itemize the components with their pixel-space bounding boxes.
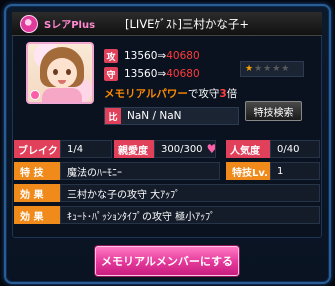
card-header: SレアPlus [LIVEｹﾞｽﾄ]三村かな子+ — [12, 12, 322, 36]
skill-level-row: 特技Lv. 1 — [226, 162, 320, 180]
defense-max: 40680 — [166, 68, 200, 80]
effect-label-2: 効 果 — [14, 206, 60, 224]
affection-label: 親愛度 — [114, 140, 154, 158]
skill-level-value: 1 — [270, 162, 320, 180]
skill-value: 魔法のﾊｰﾓﾆｰ — [60, 162, 220, 180]
affection-value-cell: 300/300 ♥ — [154, 140, 216, 158]
defense-badge: 守 — [104, 67, 118, 81]
affection-row: 親愛度 300/300 ♥ — [114, 140, 216, 158]
attack-arrow-icon: ⇒ — [157, 50, 167, 62]
effect-row-1: 効 果 三村かな子の攻守 大ｱｯﾌﾟ — [14, 184, 320, 202]
break-row: ブレイク 1/4 — [14, 140, 112, 158]
memorial-multiplier: 3 — [219, 88, 227, 100]
defense-current: 13560 — [124, 68, 158, 80]
skill-row: 特 技 魔法のﾊｰﾓﾆｰ — [14, 162, 220, 180]
skill-label: 特 技 — [14, 162, 60, 180]
skill-level-label: 特技Lv. — [226, 162, 270, 180]
effect-value-2: ｷｭｰﾄ･ﾊﾟｯｼｮﾝﾀｲﾌﾟの攻守 極小ｱｯﾌﾟ — [60, 206, 320, 224]
card-name: [LIVEｹﾞｽﾄ]三村かな子+ — [125, 16, 250, 31]
set-memorial-member-button[interactable]: メモリアルメンバーにする — [95, 246, 239, 276]
affection-value: 300/300 — [161, 143, 203, 155]
attack-max: 40680 — [166, 50, 200, 62]
memorial-middle: で攻守 — [187, 88, 220, 100]
stars-empty: ★★★★ — [254, 64, 291, 74]
rarity-icon — [20, 14, 38, 33]
stars-filled: ★ — [245, 64, 255, 74]
ratio-badge: 比 — [105, 108, 121, 124]
break-label: ブレイク — [14, 140, 60, 158]
break-value: 1/4 — [60, 140, 112, 158]
defense-stat-row: 守 13560 ⇒ 40680 — [104, 66, 200, 82]
popularity-row: 人気度 0/40 — [226, 140, 320, 158]
portrait-eye — [53, 69, 58, 75]
pink-dot-icon — [30, 90, 40, 100]
attack-current: 13560 — [124, 50, 158, 62]
effect-row-2: 効 果 ｷｭｰﾄ･ﾊﾟｯｼｮﾝﾀｲﾌﾟの攻守 極小ｱｯﾌﾟ — [14, 206, 320, 224]
memorial-prefix: メモリアルパワー — [104, 88, 188, 100]
memorial-power-text: メモリアルパワーで攻守3倍 — [104, 86, 237, 101]
attack-badge: 攻 — [104, 49, 118, 63]
popularity-label: 人気度 — [226, 140, 270, 158]
star-icon: ★★★★★ — [245, 64, 290, 74]
memorial-suffix: 倍 — [226, 88, 238, 100]
attack-stat-row: 攻 13560 ⇒ 40680 — [104, 48, 200, 64]
rarity-label: SレアPlus — [44, 20, 96, 31]
rank-stars: ★★★★★ — [240, 61, 304, 77]
ratio-row: 比 NaN / NaN — [104, 107, 239, 125]
popularity-value: 0/40 — [270, 140, 320, 158]
effect-label-1: 効 果 — [14, 184, 60, 202]
ratio-value: NaN / NaN — [127, 110, 182, 122]
card-portrait[interactable] — [26, 42, 94, 104]
portrait-body — [42, 88, 82, 102]
portrait-eye — [66, 69, 71, 75]
effect-value-1: 三村かな子の攻守 大ｱｯﾌﾟ — [60, 184, 320, 202]
defense-arrow-icon: ⇒ — [157, 68, 167, 80]
skill-search-button[interactable]: 特技検索 — [245, 101, 302, 121]
heart-icon: ♥ — [207, 142, 215, 156]
